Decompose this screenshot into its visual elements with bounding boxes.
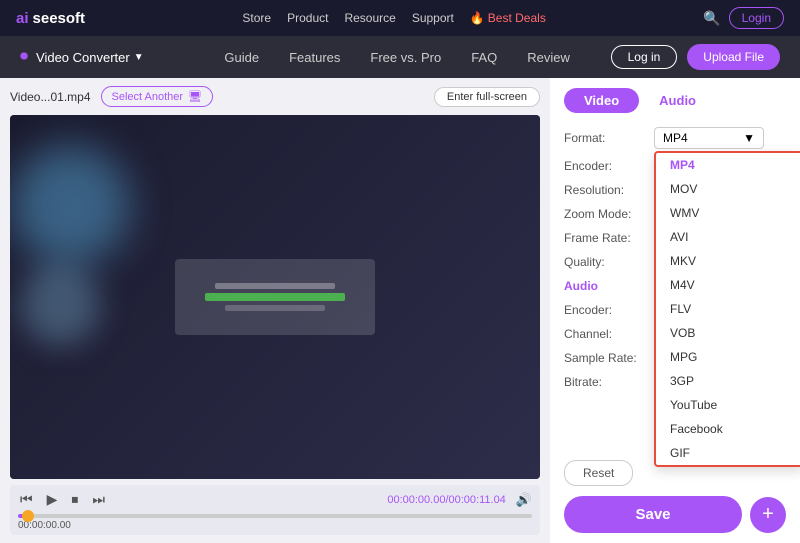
thumbnail-bar-2 bbox=[205, 293, 345, 301]
audio-section-label: Audio bbox=[564, 279, 654, 293]
dropdown-item-3gp[interactable]: 3GP bbox=[656, 369, 800, 393]
dropdown-item-avi[interactable]: AVI bbox=[656, 225, 800, 249]
video-center-thumbnail bbox=[175, 259, 375, 335]
dropdown-item-wmv[interactable]: WMV bbox=[656, 201, 800, 225]
dropdown-item-mpg[interactable]: MPG bbox=[656, 345, 800, 369]
converter-label: Video Converter ▼ bbox=[36, 50, 144, 65]
samplerate-label: Sample Rate: bbox=[564, 351, 654, 365]
login-button[interactable]: Login bbox=[729, 7, 784, 29]
stop-button[interactable]: ⏹ bbox=[69, 489, 80, 510]
progress-bar[interactable] bbox=[18, 514, 532, 518]
sec-nav-right: Log in Upload File bbox=[611, 44, 780, 70]
thumbnail-bar-3 bbox=[225, 305, 325, 311]
audio-encoder-label: Encoder: bbox=[564, 303, 654, 317]
resolution-label: Resolution: bbox=[564, 183, 654, 197]
monitor-icon: 🖥 bbox=[188, 90, 202, 103]
quality-label: Quality: bbox=[564, 255, 654, 269]
features-link[interactable]: Features bbox=[289, 50, 340, 65]
faq-link[interactable]: FAQ bbox=[471, 50, 497, 65]
top-nav: aiseesoft Store Product Resource Support… bbox=[0, 0, 800, 36]
logo-rest: seesoft bbox=[33, 10, 86, 27]
time-display: 00:00:00.00/00:00:11.04 bbox=[387, 494, 505, 506]
search-icon[interactable]: 🔍 bbox=[703, 10, 720, 27]
save-button[interactable]: Save bbox=[564, 496, 742, 533]
top-nav-right: 🔍 Login bbox=[703, 7, 784, 29]
dropdown-item-facebook[interactable]: Facebook bbox=[656, 417, 800, 441]
play-button[interactable]: ▶ bbox=[45, 489, 60, 510]
logo: aiseesoft bbox=[16, 10, 85, 27]
current-time-label: 00:00:00.00 bbox=[18, 520, 532, 531]
file-bar: Video...01.mp4 Select Another 🖥 Enter fu… bbox=[10, 86, 540, 107]
zoom-label: Zoom Mode: bbox=[564, 207, 654, 221]
video-controls: ⏮ ▶ ⏹ ⏭ 00:00:00.00/00:00:11.04 🔊 00:00:… bbox=[10, 485, 540, 535]
support-link[interactable]: Support bbox=[412, 11, 454, 25]
fullscreen-button[interactable]: Enter full-screen bbox=[434, 87, 540, 107]
tab-video[interactable]: Video bbox=[564, 88, 639, 113]
reset-button[interactable]: Reset bbox=[564, 460, 633, 486]
dropdown-item-mkv[interactable]: MKV bbox=[656, 249, 800, 273]
video-placeholder bbox=[10, 115, 540, 479]
converter-icon: ⏺ bbox=[20, 48, 28, 66]
top-nav-links: Store Product Resource Support 🔥 Best De… bbox=[242, 11, 545, 25]
store-link[interactable]: Store bbox=[242, 11, 271, 25]
volume-icon[interactable]: 🔊 bbox=[516, 492, 532, 508]
dropdown-item-mp4[interactable]: MP4 bbox=[656, 153, 800, 177]
format-dropdown-list: MP4 MOV WMV AVI MKV M4V FLV VOB MPG 3GP … bbox=[654, 151, 800, 467]
upload-file-button[interactable]: Upload File bbox=[687, 44, 780, 70]
save-plus-button[interactable]: + bbox=[750, 497, 786, 533]
video-blur-effect-1 bbox=[10, 145, 130, 265]
right-panel: Video Audio Format: MP4 ▼ MP4 MOV WMV AV… bbox=[550, 78, 800, 543]
left-panel: Video...01.mp4 Select Another 🖥 Enter fu… bbox=[0, 78, 550, 543]
dropdown-item-youtube[interactable]: YouTube bbox=[656, 393, 800, 417]
sec-nav: ⏺ Video Converter ▼ Guide Features Free … bbox=[0, 36, 800, 78]
dropdown-item-m4v[interactable]: M4V bbox=[656, 273, 800, 297]
tabs-row: Video Audio bbox=[564, 88, 786, 113]
main-content: Video...01.mp4 Select Another 🖥 Enter fu… bbox=[0, 78, 800, 543]
save-row: Save + bbox=[564, 496, 786, 533]
channel-label: Channel: bbox=[564, 327, 654, 341]
controls-row: ⏮ ▶ ⏹ ⏭ 00:00:00.00/00:00:11.04 🔊 bbox=[18, 489, 532, 510]
log-in-button[interactable]: Log in bbox=[611, 45, 678, 69]
converter-label-group: ⏺ Video Converter ▼ bbox=[20, 48, 144, 66]
bitrate-label: Bitrate: bbox=[564, 375, 654, 389]
product-link[interactable]: Product bbox=[287, 11, 328, 25]
thumbnail-bar-1 bbox=[215, 283, 335, 289]
dropdown-chevron-icon: ▼ bbox=[743, 131, 755, 145]
dropdown-item-flv[interactable]: FLV bbox=[656, 297, 800, 321]
sec-nav-links: Guide Features Free vs. Pro FAQ Review bbox=[184, 50, 611, 65]
encoder-label: Encoder: bbox=[564, 159, 654, 173]
video-preview bbox=[10, 115, 540, 479]
video-blur-effect-2 bbox=[20, 265, 100, 345]
progress-thumb[interactable] bbox=[22, 510, 34, 522]
chevron-down-icon: ▼ bbox=[134, 52, 144, 63]
dropdown-item-mov[interactable]: MOV bbox=[656, 177, 800, 201]
logo-ai: ai bbox=[16, 10, 29, 27]
framerate-label: Frame Rate: bbox=[564, 231, 654, 245]
right-panel-bottom: Reset Save + bbox=[564, 460, 786, 533]
fast-forward-button[interactable]: ⏭ bbox=[90, 489, 107, 510]
format-row: Format: MP4 ▼ MP4 MOV WMV AVI MKV M4V FL… bbox=[564, 125, 786, 151]
dropdown-item-gif[interactable]: GIF bbox=[656, 441, 800, 465]
tab-audio[interactable]: Audio bbox=[639, 88, 716, 113]
guide-link[interactable]: Guide bbox=[224, 50, 259, 65]
filename-label: Video...01.mp4 bbox=[10, 90, 91, 104]
format-dropdown-button[interactable]: MP4 ▼ bbox=[654, 127, 764, 149]
resource-link[interactable]: Resource bbox=[344, 11, 395, 25]
review-link[interactable]: Review bbox=[527, 50, 570, 65]
best-deals-link[interactable]: 🔥 Best Deals bbox=[470, 11, 546, 25]
rewind-button[interactable]: ⏮ bbox=[18, 489, 35, 510]
dropdown-item-vob[interactable]: VOB bbox=[656, 321, 800, 345]
select-another-button[interactable]: Select Another 🖥 bbox=[101, 86, 214, 107]
format-label: Format: bbox=[564, 131, 654, 145]
free-vs-pro-link[interactable]: Free vs. Pro bbox=[370, 50, 441, 65]
format-dropdown-wrapper: MP4 ▼ MP4 MOV WMV AVI MKV M4V FLV VOB MP… bbox=[654, 127, 764, 149]
